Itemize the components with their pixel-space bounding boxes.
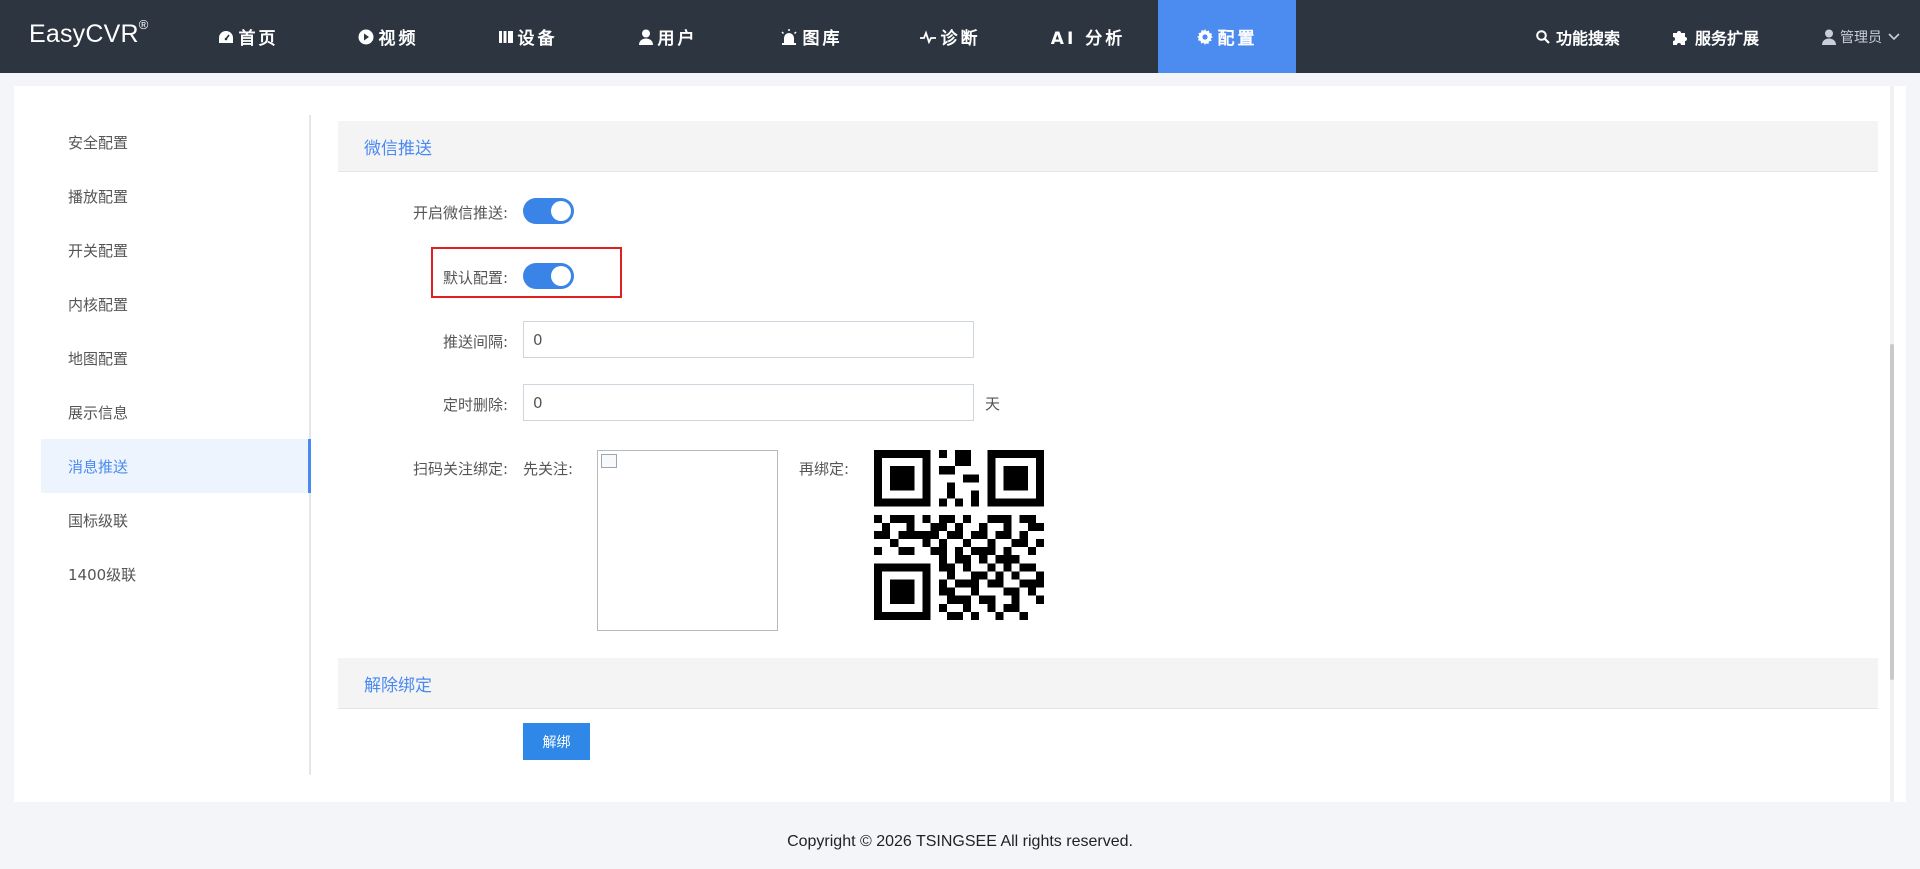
- follow-qr-image: [597, 450, 778, 631]
- unbind-section-title: 解除绑定: [364, 675, 432, 696]
- main-panel: 安全配置 播放配置 开关配置 内核配置 地图配置 展示信息 消息推送 国标级联 …: [14, 86, 1906, 802]
- user-avatar-icon: [1822, 29, 1836, 45]
- sidebar-item-security[interactable]: 安全配置: [41, 115, 309, 169]
- timed-delete-label: 定时删除:: [442, 396, 508, 414]
- sidebar-item-playback[interactable]: 播放配置: [41, 169, 309, 223]
- wechat-section-title: 微信推送: [364, 138, 432, 159]
- feature-search-button[interactable]: 功能搜索: [1536, 0, 1620, 73]
- wechat-enable-label: 开启微信推送:: [412, 204, 508, 222]
- chevron-down-icon: [1888, 32, 1900, 40]
- nav-diagnose[interactable]: 诊断: [892, 0, 1008, 73]
- alarm-light-icon: [780, 28, 797, 45]
- push-interval-input[interactable]: [523, 321, 974, 358]
- follow-first-label: 先关注:: [523, 460, 574, 478]
- nav-home-label: 首页: [238, 29, 279, 49]
- nav-ai-analysis-label: AI 分析: [1050, 29, 1126, 49]
- scrollbar-thumb[interactable]: [1890, 344, 1894, 680]
- bind-qr-code: [874, 450, 1044, 620]
- content-scrollbar[interactable]: [1890, 86, 1894, 802]
- wechat-section-header: 微信推送: [338, 121, 1878, 172]
- sidebar-item-label: 内核配置: [68, 295, 129, 314]
- nav-user[interactable]: 用户: [610, 0, 726, 73]
- wechat-enable-toggle[interactable]: [523, 198, 574, 224]
- feature-search-label: 功能搜索: [1556, 28, 1621, 48]
- nav-device-label: 设备: [517, 29, 558, 49]
- brand-mark: ®: [138, 16, 149, 32]
- nav-ai-analysis[interactable]: AI 分析: [1030, 0, 1146, 73]
- sidebar-item-label: 展示信息: [68, 403, 129, 422]
- sidebar-item-map[interactable]: 地图配置: [41, 331, 309, 385]
- sidebar-item-label: 地图配置: [68, 349, 129, 368]
- nav-video[interactable]: 视频: [330, 0, 446, 73]
- sidebar-item-label: 消息推送: [68, 457, 129, 476]
- sidebar-item-switch[interactable]: 开关配置: [41, 223, 309, 277]
- nav-gallery[interactable]: 图库: [753, 0, 869, 73]
- service-extension-label: 服务扩展: [1695, 28, 1760, 48]
- nav-device[interactable]: 设备: [470, 0, 586, 73]
- nav-gallery-label: 图库: [802, 29, 843, 49]
- bind-then-label: 再绑定:: [799, 460, 850, 478]
- nav-diagnose-label: 诊断: [940, 29, 981, 49]
- config-sidebar: 安全配置 播放配置 开关配置 内核配置 地图配置 展示信息 消息推送 国标级联 …: [41, 115, 311, 775]
- search-icon: [1536, 29, 1550, 44]
- dashboard-icon: [218, 30, 233, 43]
- timed-delete-unit: 天: [985, 395, 1001, 413]
- sidebar-item-display-info[interactable]: 展示信息: [41, 385, 309, 439]
- nav-video-label: 视频: [378, 29, 419, 49]
- nav-config[interactable]: 配置: [1158, 0, 1296, 73]
- timed-delete-input[interactable]: [523, 384, 974, 421]
- toggle-knob: [551, 266, 571, 286]
- default-config-toggle[interactable]: [523, 263, 574, 289]
- sidebar-item-label: 安全配置: [68, 133, 129, 152]
- puzzle-icon: [1673, 31, 1687, 45]
- nav-home[interactable]: 首页: [190, 0, 306, 73]
- nav-config-label: 配置: [1217, 29, 1258, 49]
- sidebar-item-1400-cascade[interactable]: 1400级联: [41, 547, 309, 601]
- sidebar-item-label: 1400级联: [68, 565, 137, 584]
- footer: Copyright © 2026 TSINGSEE All rights res…: [0, 814, 1920, 869]
- sidebar-item-gb-cascade[interactable]: 国标级联: [41, 493, 309, 547]
- sidebar-item-label: 开关配置: [68, 241, 129, 260]
- sidebar-item-label: 国标级联: [68, 511, 129, 530]
- gear-icon: [1196, 28, 1213, 45]
- default-config-label: 默认配置:: [442, 269, 508, 287]
- pulse-icon: [919, 29, 936, 44]
- push-interval-label: 推送间隔:: [442, 333, 508, 351]
- device-icon: [498, 30, 513, 43]
- unbind-section-header: 解除绑定: [338, 658, 1878, 709]
- service-extension-button[interactable]: 服务扩展: [1672, 0, 1759, 73]
- top-navbar: EasyCVR® 首页 视频 设备 用户 图库 诊断 AI 分析 配置 功能搜索…: [0, 0, 1920, 73]
- scan-bind-label: 扫码关注绑定:: [412, 460, 508, 478]
- user-name: 管理员: [1840, 29, 1882, 46]
- sidebar-item-label: 播放配置: [68, 187, 129, 206]
- broken-image-icon: [601, 454, 617, 468]
- sidebar-item-kernel[interactable]: 内核配置: [41, 277, 309, 331]
- brand-name: EasyCVR: [29, 20, 139, 48]
- brand-logo[interactable]: EasyCVR®: [29, 16, 149, 49]
- sidebar-item-message-push[interactable]: 消息推送: [41, 439, 311, 493]
- user-menu[interactable]: 管理员: [1822, 0, 1900, 73]
- footer-copyright: Copyright © 2026 TSINGSEE All rights res…: [787, 832, 1133, 850]
- play-icon: [358, 29, 373, 44]
- message-push-content: 微信推送 开启微信推送: 默认配置: 推送间隔: 定时删除: 天 扫码关注绑定:…: [338, 121, 1892, 775]
- user-icon: [638, 29, 653, 45]
- unbind-button[interactable]: 解绑: [523, 723, 590, 760]
- nav-user-label: 用户: [657, 29, 698, 49]
- toggle-knob: [551, 201, 571, 221]
